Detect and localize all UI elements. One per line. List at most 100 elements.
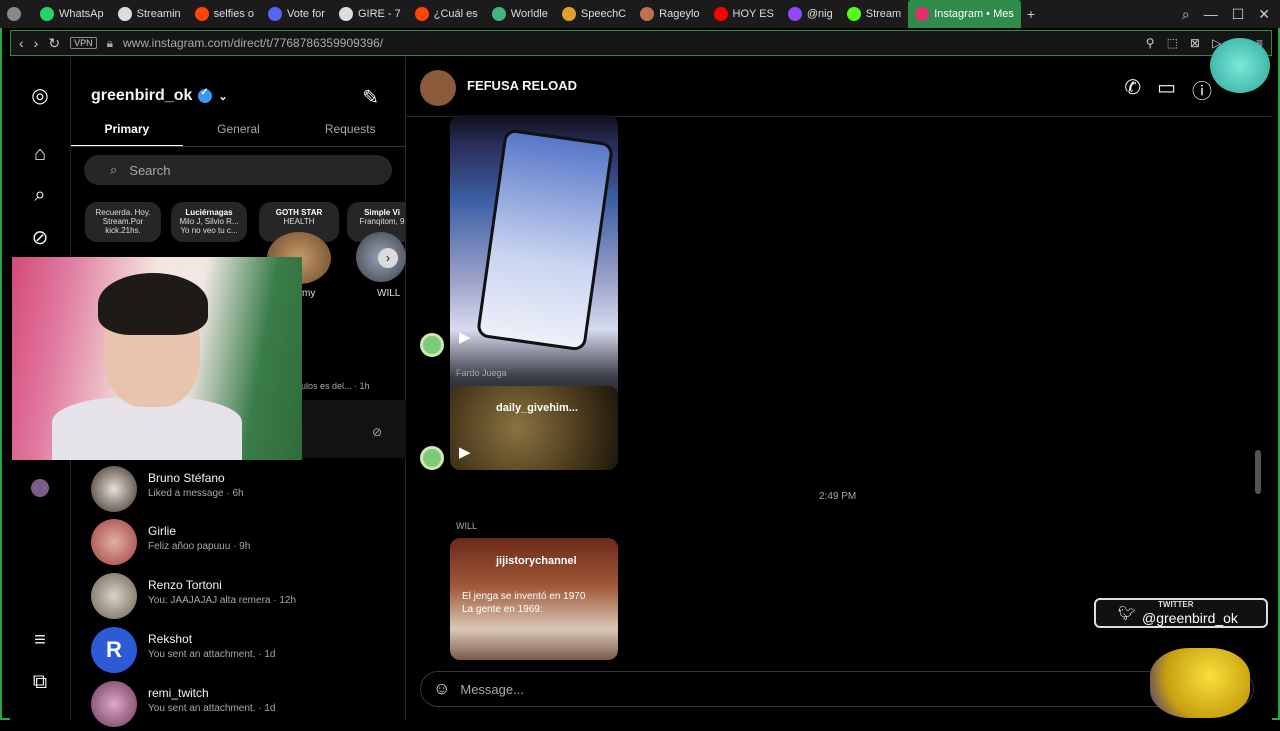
browser-tab[interactable]: Worldle — [485, 0, 555, 28]
phone-icon[interactable]: ✆ — [1124, 75, 1141, 104]
account-switcher[interactable]: greenbird_ok ⌄ — [91, 87, 228, 105]
conversation-item[interactable]: remi_twitch You sent an attachment. · 1d — [71, 679, 406, 731]
reel-message[interactable]: daily_givehim... — [450, 386, 618, 470]
sender-avatar[interactable] — [420, 446, 444, 470]
chat-scrollbar[interactable] — [1255, 118, 1261, 658]
browser-tab[interactable]: HOY ES — [707, 0, 781, 28]
instagram-icon — [915, 7, 930, 21]
message-placeholder: Message... — [460, 681, 524, 697]
tab-label: Stream — [865, 8, 902, 20]
chat-header: FEFUSA RELOAD ✆ ▭ ⓘ — [406, 57, 1272, 117]
reel-icon: ▶ — [459, 444, 471, 461]
minimize-icon[interactable]: — — [1204, 6, 1218, 23]
close-icon[interactable]: ✕ — [1258, 6, 1270, 23]
avatar — [91, 573, 137, 619]
browser-tab[interactable] — [0, 0, 33, 28]
browser-tab[interactable]: ¿Cuál es — [408, 0, 485, 28]
tab-general[interactable]: General — [183, 117, 295, 146]
compose-icon[interactable]: ✎ — [362, 85, 379, 110]
profile-avatar[interactable] — [31, 479, 49, 497]
conversation-item[interactable]: Renzo Tortoni You: JAAJAJAJ alta remera … — [71, 571, 406, 623]
avatar — [91, 466, 137, 512]
tab-label: Streamin — [136, 8, 181, 20]
twitter-icon: 🐦︎ — [1118, 604, 1136, 621]
note-line: Milo J, Silvio R... — [179, 217, 239, 227]
video-call-icon[interactable]: ▭ — [1157, 75, 1176, 104]
trend-icon — [338, 7, 353, 21]
search-icon[interactable]: ⌕ — [28, 183, 52, 207]
rekshot-logo-icon: R — [91, 627, 137, 673]
scrollbar-thumb[interactable] — [1255, 450, 1261, 494]
back-icon[interactable]: ‹ — [19, 35, 24, 51]
browser-tab[interactable]: SpeechC — [555, 0, 633, 28]
snapshot-icon[interactable]: ⬚ — [1167, 36, 1178, 50]
browser-tab[interactable]: WhatsAp — [33, 0, 111, 28]
new-tab-button[interactable]: + — [1021, 6, 1041, 22]
sender-name: WILL — [456, 521, 478, 531]
conversation-preview: You sent an attachment. · 1d — [148, 649, 276, 660]
tab-label: HOY ES — [732, 8, 774, 20]
instagram-logo-icon[interactable]: ◎ — [28, 83, 52, 107]
conversation-name: Renzo Tortoni — [148, 578, 222, 592]
chat-avatar[interactable] — [420, 70, 456, 106]
browser-tab[interactable]: Rageylo — [633, 0, 706, 28]
maximize-icon[interactable]: ☐ — [1232, 6, 1245, 23]
selected-conversation[interactable] — [301, 400, 406, 458]
tab-label: SpeechC — [580, 8, 627, 20]
apps-icon[interactable]: ⧉ — [28, 670, 52, 694]
timestamp: 2:49 PM — [819, 491, 857, 502]
note-line: Yo no veo tu c... — [180, 226, 238, 236]
chevron-down-icon: ⌄ — [218, 90, 228, 103]
reel-message[interactable]: jijistorychannel El jenga se inventó en … — [450, 538, 618, 660]
conversation-item[interactable]: Bruno Stéfano Liked a message · 6h — [71, 464, 406, 516]
forward-icon[interactable]: › — [34, 35, 39, 51]
block-icon[interactable]: ⊠ — [1190, 36, 1200, 50]
browser-tab[interactable]: selfies o — [188, 0, 261, 28]
twitch-icon — [787, 7, 802, 21]
conversation-item[interactable]: R Rekshot You sent an attachment. · 1d — [71, 625, 406, 677]
muted-icon: ⊘ — [372, 425, 383, 439]
kick-icon — [846, 7, 861, 21]
twitter-overlay: 🐦︎ TWITTER @greenbird_ok — [1094, 598, 1268, 628]
globe-icon — [491, 7, 506, 21]
note-bubble[interactable]: Luciérnagas Milo J, Silvio R... Yo no ve… — [171, 202, 247, 242]
tab-requests[interactable]: Requests — [294, 117, 406, 146]
note-username: my — [302, 288, 316, 299]
sender-avatar[interactable] — [420, 333, 444, 357]
youtube-icon — [713, 7, 728, 21]
emoji-icon[interactable]: ☺ — [433, 679, 450, 699]
rage-icon — [640, 7, 655, 21]
chevron-right-icon[interactable]: › — [378, 248, 398, 268]
url-field[interactable]: www.instagram.com/direct/t/7768786359909… — [123, 36, 383, 50]
home-icon[interactable]: ⌂ — [28, 142, 52, 166]
browser-tab[interactable]: Streamin — [111, 0, 188, 28]
browser-tab[interactable]: @nig — [781, 0, 840, 28]
lock-icon: 🔒︎ — [106, 35, 113, 50]
conversation-item[interactable]: Girlie Feliz añoo papuuu · 9h — [71, 517, 406, 569]
search-input[interactable]: ⌕ Search — [84, 155, 392, 185]
reload-icon[interactable]: ↻ — [48, 35, 60, 52]
browser-tab[interactable]: Stream — [840, 0, 908, 28]
info-icon[interactable]: ⓘ — [1192, 75, 1212, 104]
reel-title: daily_givehim... — [496, 402, 578, 414]
mascot-sticker — [1210, 38, 1270, 93]
chat-title[interactable]: FEFUSA RELOAD — [467, 78, 577, 93]
tab-label: WhatsAp — [59, 8, 104, 20]
message-input[interactable]: ☺ Message... — [420, 671, 1254, 707]
note-bubble[interactable]: Recuerda. Hoy. Stream.Por kick.21hs. — [85, 202, 161, 242]
browser-tab[interactable]: Vote for — [261, 0, 332, 28]
chat-actions: ✆ ▭ ⓘ — [1124, 75, 1212, 104]
search-icon[interactable]: ⌕ — [1182, 6, 1190, 23]
browser-tab[interactable]: Instagram • Mes — [908, 0, 1021, 28]
vpn-badge[interactable]: VPN — [70, 37, 97, 49]
verified-icon — [198, 87, 213, 103]
search-icon: ⌕ — [110, 162, 118, 177]
browser-tab[interactable]: GIRE - 7 — [332, 0, 408, 28]
conversation-name: remi_twitch — [148, 686, 209, 700]
pin-icon[interactable]: ⚲ — [1146, 36, 1155, 50]
webcam-overlay — [12, 257, 302, 460]
explore-icon[interactable]: ⊘ — [28, 225, 52, 249]
tab-primary[interactable]: Primary — [71, 117, 183, 146]
inbox-tabs: Primary General Requests — [71, 117, 406, 147]
more-menu-icon[interactable]: ≡ — [28, 628, 52, 652]
